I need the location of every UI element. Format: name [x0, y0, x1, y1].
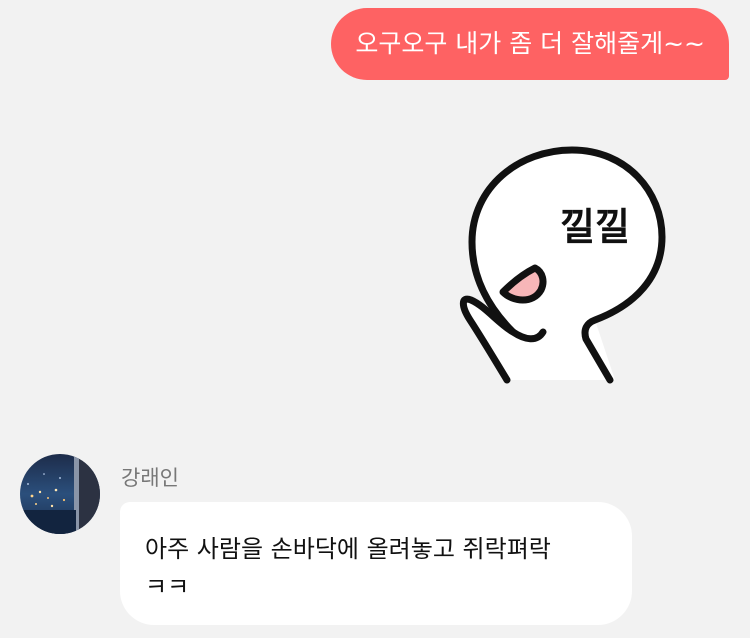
licking-character-sticker-icon: 낄낄: [459, 146, 666, 384]
avatar[interactable]: [20, 454, 100, 534]
sticker-text: 낄낄: [560, 205, 630, 249]
sticker-message[interactable]: 낄낄: [455, 142, 685, 387]
message-line: ㅋㅋ: [145, 573, 190, 601]
sent-message-bubble[interactable]: 오구오구 내가 좀 더 잘해줄게~~: [331, 8, 729, 80]
received-message-bubble[interactable]: 아주 사람을 손바닥에 올려놓고 쥐락펴락 ㅋㅋ: [120, 502, 632, 625]
night-city-avatar: [20, 454, 100, 534]
message-line: 아주 사람을 손바닥에 올려놓고 쥐락펴락: [145, 535, 551, 563]
sender-name: 강래인: [121, 466, 179, 490]
